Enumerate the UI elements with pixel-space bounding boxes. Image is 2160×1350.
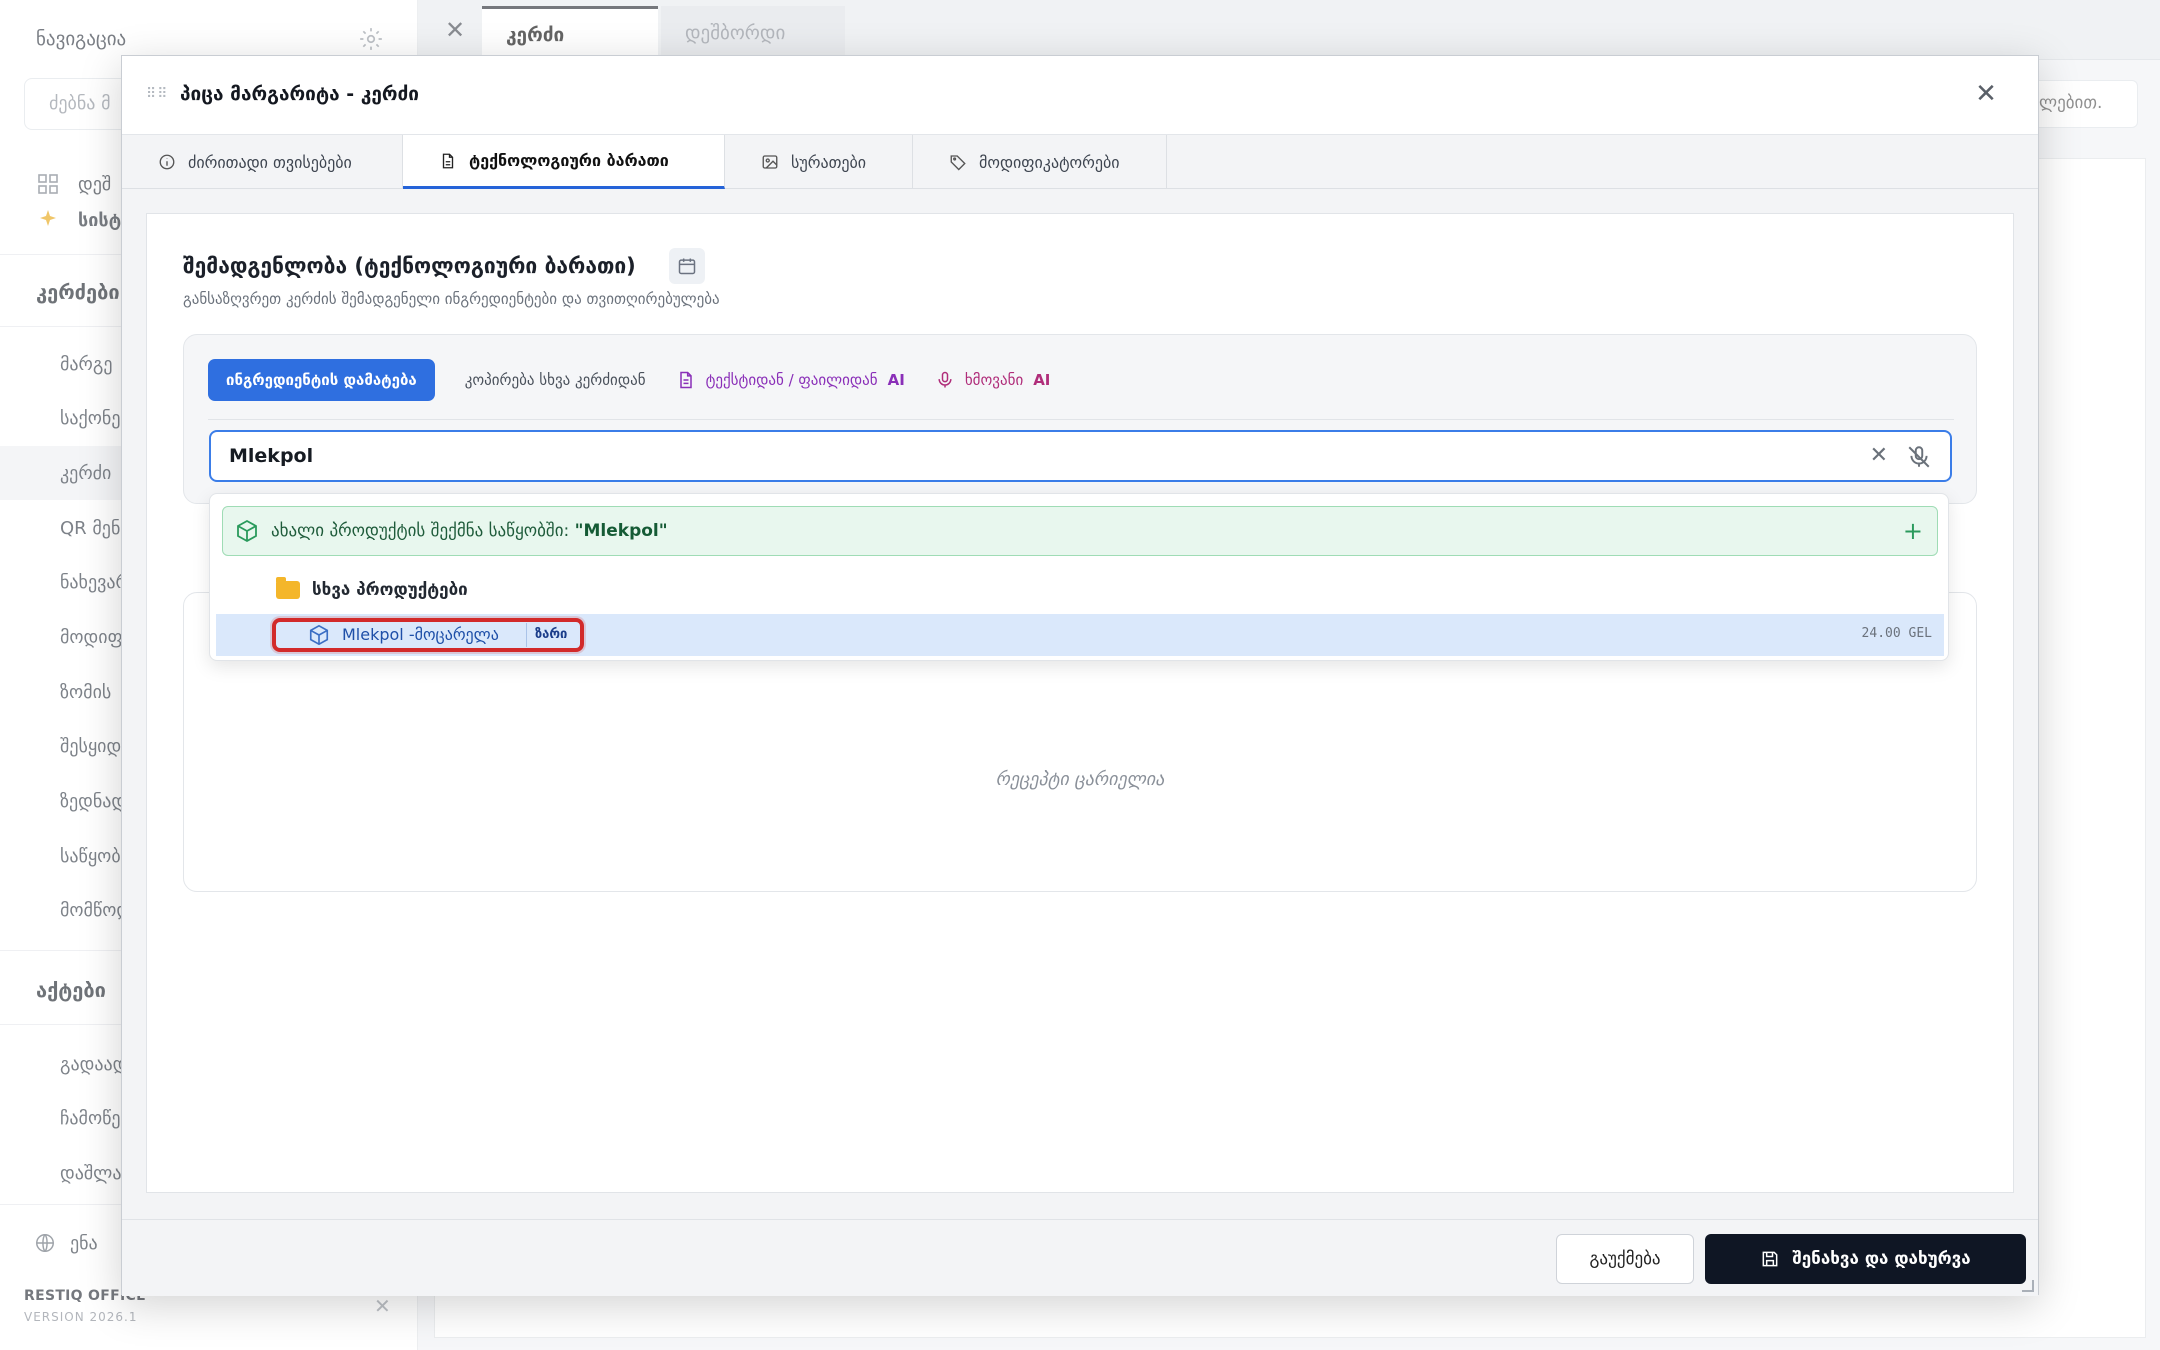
calendar-button[interactable] — [669, 248, 705, 284]
microphone-icon — [938, 371, 952, 388]
result-group-header: სხვა პროდუქტები — [276, 577, 468, 600]
modal-header: ⠿⠿ პიცა მარგარიტა - კერძი ✕ — [122, 56, 2038, 135]
tab-label: ძირითადი თვისებები — [188, 152, 352, 172]
search-results-dropdown: ახალი პროდუქტის შექმნა საწყობში: "Mlekpo… — [209, 493, 1949, 661]
tab-images[interactable]: სურათები — [725, 135, 913, 189]
voice-ai-button[interactable]: ხმოვანი AI — [935, 370, 1051, 390]
save-label: შენახვა და დახურვა — [1792, 1249, 1971, 1269]
cancel-button[interactable]: გაუქმება — [1556, 1234, 1694, 1284]
save-icon — [1762, 1251, 1778, 1267]
result-item-price: 24.00 GEL — [1861, 626, 1932, 641]
modal-body: შემადგენლობა (ტექნოლოგიური ბარათი) განსა… — [146, 213, 2014, 1193]
file-text-icon — [679, 371, 692, 389]
modal-title: პიცა მარგარიტა - კერძი — [180, 83, 420, 105]
microphone-off-icon[interactable] — [1906, 444, 1932, 470]
tab-label: სურათები — [791, 152, 867, 172]
voice-label: ხმოვანი — [964, 371, 1024, 389]
tab-label: ტექნოლოგიური ბარათი — [469, 151, 669, 170]
group-label: სხვა პროდუქტები — [312, 580, 468, 600]
clear-icon[interactable]: ✕ — [1870, 443, 1888, 468]
search-value: Mlekpol — [229, 445, 314, 467]
recipe-empty-text: რეცეპტი ცარიელია — [995, 769, 1165, 790]
resize-handle[interactable] — [2022, 1280, 2034, 1292]
ingredient-search-input[interactable]: Mlekpol ✕ — [209, 430, 1952, 482]
add-ingredient-button[interactable]: ინგრედიენტის დამატება — [208, 359, 435, 401]
close-icon[interactable]: ✕ — [1968, 76, 2004, 112]
document-icon — [442, 153, 454, 168]
create-product-option[interactable]: ახალი პროდუქტის შექმნა საწყობში: "Mlekpo… — [222, 506, 1938, 556]
tag-icon — [950, 155, 966, 171]
divider — [208, 419, 1954, 420]
save-and-close-button[interactable]: შენახვა და დახურვა — [1705, 1234, 2026, 1284]
copy-from-dish-label: კოპირება სხვა კერძიდან — [464, 371, 646, 389]
tab-basic-properties[interactable]: ძირითადი თვისებები — [122, 135, 403, 189]
result-item-name: Mlekpol -მოცარელა — [342, 625, 499, 644]
tab-label: მოდიფიკატორები — [979, 152, 1120, 172]
tab-modifiers[interactable]: მოდიფიკატორები — [913, 135, 1167, 189]
from-text-ai-button[interactable]: ტექსტიდან / ფაილიდან AI — [676, 370, 905, 390]
package-plus-icon — [237, 519, 257, 543]
plus-icon: + — [1902, 517, 1923, 545]
modal-tabs: ძირითადი თვისებები ტექნოლოგიური ბარათი ს… — [122, 135, 2038, 189]
result-item-tag: ზარი — [526, 623, 575, 647]
copy-from-dish-button[interactable]: კოპირება სხვა კერძიდან — [465, 371, 646, 389]
info-icon — [159, 154, 175, 170]
from-text-label: ტექსტიდან / ფაილიდან — [705, 371, 878, 389]
calendar-icon — [678, 258, 696, 275]
image-icon — [762, 155, 778, 169]
ai-badge: AI — [1033, 371, 1051, 389]
ai-badge: AI — [887, 371, 905, 389]
section-title: შემადგენლობა (ტექნოლოგიური ბარათი) — [183, 254, 636, 278]
ingredient-toolbar: ინგრედიენტის დამატება კოპირება სხვა კერძ… — [208, 359, 1050, 401]
tab-tech-card[interactable]: ტექნოლოგიური ბარათი — [403, 135, 725, 189]
folder-icon — [276, 577, 300, 599]
result-item[interactable]: Mlekpol -მოცარელა ზარი 24.00 GEL — [216, 614, 1944, 656]
create-product-prefix: ახალი პროდუქტის შექმნა საწყობში: — [271, 521, 570, 541]
section-subtitle: განსაზღვრეთ კერძის შემადგენელი ინგრედიენ… — [183, 290, 720, 308]
dish-modal: ⠿⠿ პიცა მარგარიტა - კერძი ✕ ძირითადი თვი… — [121, 55, 2039, 1296]
create-product-query: "Mlekpol" — [574, 521, 668, 541]
box-icon — [309, 624, 329, 646]
drag-handle-icon[interactable]: ⠿⠿ — [146, 86, 169, 102]
modal-footer: გაუქმება შენახვა და დახურვა — [122, 1219, 2038, 1296]
create-product-label: ახალი პროდუქტის შექმნა საწყობში: "Mlekpo… — [271, 521, 668, 541]
